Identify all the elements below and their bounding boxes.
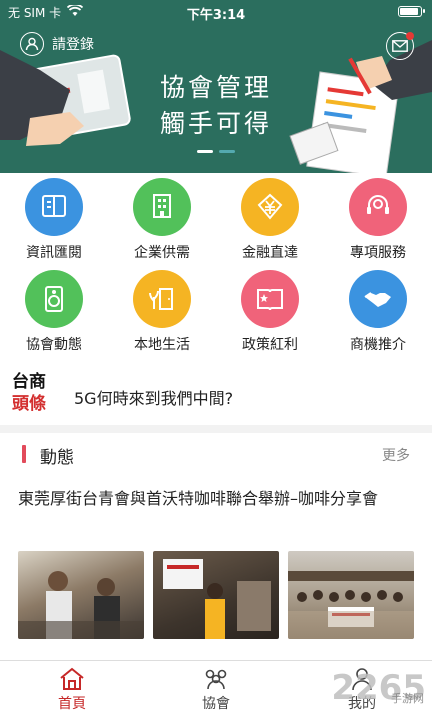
headline-badge: 台商 頭條 [12, 371, 46, 415]
plant-door-icon [133, 270, 191, 328]
section-title: 動態 [40, 448, 74, 468]
carousel-dot[interactable] [219, 150, 235, 153]
handshake-icon [349, 270, 407, 328]
banner-line-2: 觸手可得 [159, 109, 272, 138]
article-title[interactable]: 東莞厚街台青會與首沃特咖啡聯合舉辦–咖啡分享會 [18, 485, 418, 512]
hero-banner[interactable]: 无 SIM 卡 下午3:14 請登錄 協會管理 觸手可得 [0, 0, 432, 173]
mail-icon [392, 40, 408, 52]
article-photo[interactable] [18, 551, 144, 639]
headset-icon [349, 178, 407, 236]
menu-item-label: 政策紅利 [242, 337, 298, 353]
clock: 下午3:14 [186, 8, 246, 23]
login-button[interactable]: 請登錄 [20, 32, 94, 56]
menu-item[interactable]: 政策紅利 [216, 265, 324, 357]
yen-diamond-icon [241, 178, 299, 236]
carousel-dot[interactable] [197, 150, 213, 153]
tab-label: 協會 [202, 696, 230, 712]
login-label: 請登錄 [52, 37, 94, 53]
status-bar: 无 SIM 卡 下午3:14 [0, 0, 432, 24]
unread-dot [406, 32, 414, 40]
battery-icon [398, 6, 425, 17]
headline-ticker[interactable]: 台商 頭條 5G何時來到我們中間? [0, 365, 432, 425]
home-icon [58, 665, 86, 693]
menu-item-label: 企業供需 [134, 245, 190, 261]
battery-level [400, 8, 419, 15]
headline-text[interactable]: 5G何時來到我們中間? [74, 385, 233, 409]
mail-button[interactable] [386, 32, 414, 60]
tab-home[interactable]: 首頁 [32, 665, 112, 713]
menu-item-label: 協會動態 [26, 337, 82, 353]
section-header: 動態 更多 [0, 433, 432, 477]
more-link[interactable]: 更多 [382, 445, 410, 465]
banner-line-1: 協會管理 [159, 73, 272, 102]
user-icon [20, 32, 44, 56]
menu-item[interactable]: 本地生活 [108, 265, 216, 357]
feature-grid: 資訊匯閱 企業供需 金融直達 專項服務協會動態 本地生活 政策紅利 商機推介 [0, 173, 432, 365]
star-book-icon [241, 270, 299, 328]
menu-item[interactable]: 協會動態 [0, 265, 108, 357]
article-photo[interactable] [288, 551, 414, 639]
menu-item[interactable]: 專項服務 [324, 173, 432, 265]
menu-item[interactable]: 資訊匯閱 [0, 173, 108, 265]
menu-item-label: 本地生活 [134, 337, 190, 353]
menu-item-label: 金融直達 [242, 245, 298, 261]
menu-item[interactable]: 企業供需 [108, 173, 216, 265]
article-photo[interactable] [153, 551, 279, 639]
section-accent-bar [22, 445, 26, 463]
news-section: 動態 更多 東莞厚街台青會與首沃特咖啡聯合舉辦–咖啡分享會 [0, 433, 432, 663]
building-icon [133, 178, 191, 236]
menu-item-label: 商機推介 [350, 337, 406, 353]
group-icon [202, 665, 230, 693]
speaker-icon [25, 270, 83, 328]
tab-label: 首頁 [58, 696, 86, 712]
menu-item[interactable]: 金融直達 [216, 173, 324, 265]
watermark-subtext: 手游网 [391, 692, 424, 705]
badge-line-1: 台商 [12, 372, 46, 392]
banner-title: 協會管理 觸手可得 [0, 70, 432, 142]
book-icon [25, 178, 83, 236]
menu-item-label: 資訊匯閱 [26, 245, 82, 261]
menu-item-label: 專項服務 [350, 245, 406, 261]
article-photos[interactable] [18, 551, 414, 639]
tab-association[interactable]: 協會 [176, 665, 256, 713]
carousel-indicator[interactable] [0, 150, 432, 153]
menu-item[interactable]: 商機推介 [324, 265, 432, 357]
badge-line-2: 頭條 [12, 394, 46, 414]
